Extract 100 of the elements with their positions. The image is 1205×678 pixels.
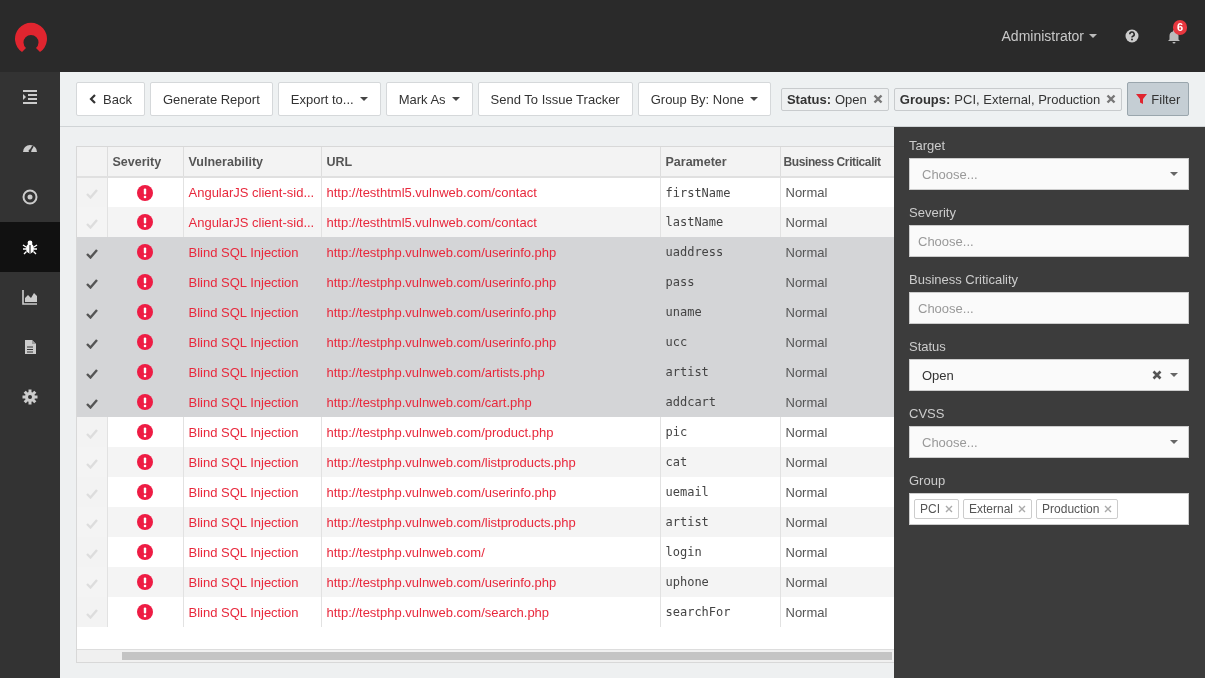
table-cell: Blind SQL Injection xyxy=(183,507,321,537)
table-cell: artist xyxy=(660,507,780,537)
table-cell: Blind SQL Injection xyxy=(183,237,321,267)
column-header[interactable]: Parameter xyxy=(660,147,780,177)
column-header[interactable]: Severity xyxy=(107,147,183,177)
close-icon xyxy=(1018,505,1027,513)
close-icon xyxy=(1104,505,1113,513)
severity-icon xyxy=(137,544,153,561)
table-cell: http://testphp.vulnweb.com/userinfo.php xyxy=(321,237,660,267)
notification-badge: 6 xyxy=(1173,19,1188,35)
table-cell: firstName xyxy=(660,177,780,207)
caret-icon xyxy=(1170,440,1178,444)
column-header[interactable]: Vulnerability xyxy=(183,147,321,177)
table-cell: searchFor xyxy=(660,597,780,627)
table-cell: addcart xyxy=(660,387,780,417)
table-cell: Blind SQL Injection xyxy=(183,537,321,567)
bug-icon xyxy=(22,239,38,255)
table-cell: uemail xyxy=(660,477,780,507)
table-cell: http://testphp.vulnweb.com/userinfo.php xyxy=(321,477,660,507)
close-icon xyxy=(1106,94,1117,104)
toolbar-button[interactable]: Mark As xyxy=(385,82,473,116)
checkmark-icon[interactable] xyxy=(85,397,98,409)
toolbar-button[interactable]: Back xyxy=(76,82,145,116)
checkmark-icon[interactable] xyxy=(85,277,98,289)
table-cell: uphone xyxy=(660,567,780,597)
severity-icon xyxy=(137,274,153,291)
filter-chip[interactable]: Groups: PCI, External, Production xyxy=(893,87,1123,111)
logo-icon xyxy=(14,20,48,52)
column-header[interactable]: URL xyxy=(321,147,660,177)
settings-icon xyxy=(22,389,38,405)
table-cell: uname xyxy=(660,297,780,327)
table-cell: Blind SQL Injection xyxy=(183,597,321,627)
toolbar-button[interactable]: Generate Report xyxy=(149,82,273,116)
table-cell: uaddress xyxy=(660,237,780,267)
tag[interactable]: External xyxy=(963,499,1033,519)
checkmark-icon[interactable] xyxy=(85,367,98,379)
severity-icon xyxy=(137,454,153,471)
tag[interactable]: PCI xyxy=(914,499,959,519)
close-icon xyxy=(872,94,883,104)
severity-icon xyxy=(137,244,153,261)
toolbar-button[interactable]: Send To Issue Tracker xyxy=(477,82,633,116)
checkmark-icon[interactable] xyxy=(85,247,98,259)
tags-field[interactable]: PCI External Production xyxy=(909,493,1189,525)
indent-icon xyxy=(22,89,38,105)
table-cell: http://testhtml5.vulnweb.com/contact xyxy=(321,177,660,207)
field-label: Business Criticality xyxy=(909,272,1020,287)
severity-icon xyxy=(137,484,153,501)
toolbar-button[interactable]: Export to... xyxy=(277,82,381,116)
table-cell: http://testphp.vulnweb.com/search.php xyxy=(321,597,660,627)
table-cell: pic xyxy=(660,417,780,447)
close-icon xyxy=(945,505,953,513)
caret-icon xyxy=(451,97,460,101)
severity-icon xyxy=(137,574,153,591)
checkmark-icon[interactable] xyxy=(85,307,98,319)
table-cell: cat xyxy=(660,447,780,477)
table-cell: Blind SQL Injection xyxy=(183,567,321,597)
severity-icon xyxy=(137,394,153,411)
caret-icon xyxy=(749,97,758,101)
table-cell: http://testphp.vulnweb.com/product.php xyxy=(321,417,660,447)
table-cell: AngularJS client-sid... xyxy=(183,207,321,237)
table-cell: Blind SQL Injection xyxy=(183,417,321,447)
severity-icon xyxy=(137,304,153,321)
table-cell: http://testphp.vulnweb.com/listproducts.php xyxy=(321,507,660,537)
table-cell: http://testphp.vulnweb.com/listproducts.php xyxy=(321,447,660,477)
checkmark-icon[interactable] xyxy=(85,337,98,349)
table-cell: Blind SQL Injection xyxy=(183,387,321,417)
table-cell: http://testphp.vulnweb.com/cart.php xyxy=(321,387,660,417)
filter-button[interactable]: Filter xyxy=(1127,82,1190,116)
table-cell: pass xyxy=(660,267,780,297)
caret-icon xyxy=(1170,373,1178,377)
target-icon xyxy=(22,189,38,205)
table-cell: AngularJS client-sid... xyxy=(183,177,321,207)
table-cell: Blind SQL Injection xyxy=(183,327,321,357)
table-cell: http://testphp.vulnweb.com/userinfo.php xyxy=(321,297,660,327)
caret-icon xyxy=(359,97,368,101)
table-cell: Blind SQL Injection xyxy=(183,267,321,297)
table-cell: http://testphp.vulnweb.com/userinfo.php xyxy=(321,267,660,297)
severity-icon xyxy=(137,334,153,351)
caret-icon xyxy=(1089,34,1097,38)
funnel-icon xyxy=(1136,94,1148,104)
filter-chip[interactable]: Status: Open xyxy=(780,87,889,111)
severity-icon xyxy=(137,214,153,231)
severity-icon xyxy=(137,364,153,381)
tag[interactable]: Production xyxy=(1036,499,1119,519)
table-cell: lastName xyxy=(660,207,780,237)
user-menu[interactable]: Administrator xyxy=(1001,28,1097,44)
severity-icon xyxy=(137,514,153,531)
table-cell: http://testhtml5.vulnweb.com/contact xyxy=(321,207,660,237)
select-field[interactable]: Open xyxy=(909,359,1189,391)
clear-icon[interactable] xyxy=(1152,370,1162,380)
toolbar-button[interactable]: Group By: None xyxy=(637,82,771,116)
table-cell: Blind SQL Injection xyxy=(183,477,321,507)
area-chart-icon xyxy=(22,289,38,305)
table-cell: http://testphp.vulnweb.com/ xyxy=(321,537,660,567)
document-icon xyxy=(22,339,38,355)
table-cell: http://testphp.vulnweb.com/userinfo.php xyxy=(321,567,660,597)
help-icon xyxy=(1125,29,1139,43)
field-label: Status xyxy=(909,339,947,354)
severity-icon xyxy=(137,424,153,441)
sidebar-item[interactable] xyxy=(0,222,60,272)
